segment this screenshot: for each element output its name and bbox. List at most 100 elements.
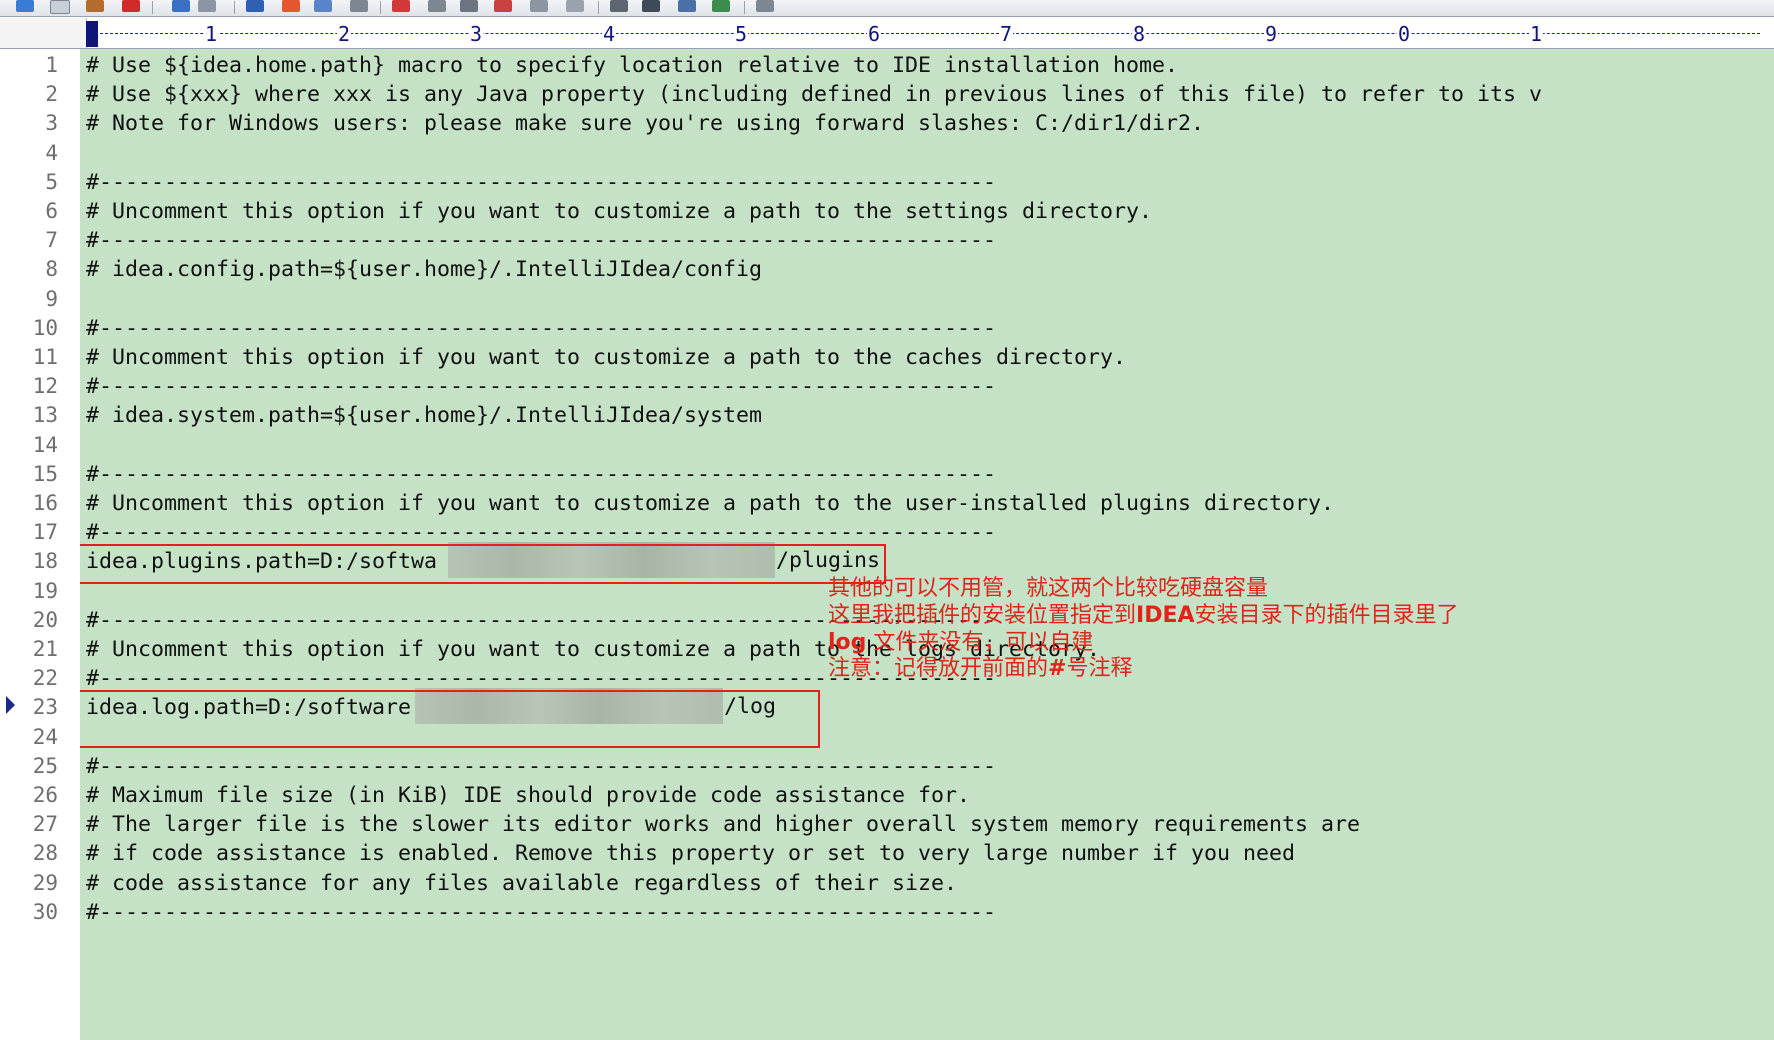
ruler-label: 3 (469, 22, 484, 46)
code-line: # Note for Windows users: please make su… (86, 111, 1205, 137)
code-line: # The larger file is the slower its edit… (86, 812, 1361, 838)
export-icon[interactable] (712, 0, 730, 12)
line-number: 26 (32, 783, 58, 807)
annotation-bold: # (1048, 656, 1067, 681)
annotation-bold: log (828, 630, 867, 655)
cut-icon[interactable] (16, 0, 34, 12)
line-number: 4 (45, 140, 58, 165)
tool-icon-2[interactable] (198, 0, 216, 12)
annotation-text: 注意：记得放开前面的 (828, 656, 1049, 681)
annotation-line-4: 注意：记得放开前面的#号注释 (828, 656, 1132, 682)
code-line: #---------------------------------------… (86, 899, 997, 925)
code-line: # code assistance for any files availabl… (86, 870, 958, 896)
code-line: # Use ${idea.home.path} macro to specify… (86, 53, 1179, 78)
line-number: 14 (32, 432, 58, 457)
line-number: 13 (32, 403, 58, 428)
tool-icon[interactable] (172, 0, 190, 12)
settings-icon[interactable] (566, 0, 584, 12)
format-icon-2[interactable] (428, 0, 446, 12)
annotation-line-3: log 文件夹没有，可以自建 (828, 630, 1093, 656)
annotation-bold: IDEA (1136, 603, 1195, 628)
line-number: 11 (32, 345, 58, 369)
ruler-label: 6 (867, 22, 882, 46)
line-number: 21 (32, 637, 58, 661)
ruler-label: 1 (1529, 22, 1544, 46)
line-number: 20 (32, 607, 58, 632)
ruler[interactable]: 1 2 3 4 5 6 7 8 9 0 1 (0, 18, 1774, 49)
ruler-label: 5 (734, 22, 749, 46)
line-number: 29 (32, 870, 58, 895)
ruler-label: 4 (602, 22, 617, 46)
code-line: #---------------------------------------… (86, 169, 997, 195)
font-icon[interactable] (392, 0, 410, 12)
line-number: 23 (32, 695, 58, 720)
annotation-text: 安装目录下的插件目录里了 (1194, 603, 1459, 628)
code-line: #---------------------------------------… (86, 753, 997, 779)
code-line: # idea.config.path=${user.home}/.Intelli… (86, 257, 763, 283)
code-line: # Use ${xxx} where xxx is any Java prope… (86, 82, 1543, 108)
annotation-text: 号注释 (1066, 656, 1133, 681)
indent-icon[interactable] (494, 0, 512, 12)
copy-icon[interactable] (50, 0, 70, 14)
highlight-box-log (80, 690, 820, 748)
window-icon[interactable] (610, 0, 628, 12)
line-number: 15 (32, 461, 58, 486)
annotation-line-2: 这里我把插件的安装位置指定到IDEA安装目录下的插件目录里了 (828, 603, 1459, 629)
format-icon[interactable] (350, 0, 368, 12)
code-line: # Maximum file size (in KiB) IDE should … (86, 783, 971, 808)
annotation-line-1: 其他的可以不用管，就这两个比较吃硬盘容量 (828, 576, 1268, 602)
line-number-gutter: 1 2 3 4 5 6 7 8 9 10 11 12 13 14 15 16 17 18 19 20 21 22 23 24 2… (0, 49, 80, 1040)
ruler-label: 0 (1397, 22, 1412, 46)
line-number: 30 (32, 899, 58, 924)
line-number: 3 (45, 111, 58, 136)
line-number: 6 (45, 199, 58, 223)
line-number: 22 (32, 666, 58, 691)
window-icon-2[interactable] (642, 0, 660, 12)
spell-check-icon[interactable] (530, 0, 548, 12)
view-icon[interactable] (678, 0, 696, 12)
annotation-text: 文件夹没有，可以自建 (866, 630, 1094, 655)
ruler-label: 9 (1264, 22, 1279, 46)
replace-icon[interactable] (282, 0, 300, 12)
code-line: #---------------------------------------… (86, 461, 997, 487)
line-number: 18 (32, 549, 58, 574)
line-number: 12 (32, 374, 58, 399)
editor-text-area[interactable]: #---------------------------------------… (80, 49, 1774, 1040)
ruler-label: 2 (337, 22, 352, 46)
italic-icon[interactable] (460, 0, 478, 12)
code-line: #---------------------------------------… (86, 374, 997, 400)
line-number: 9 (45, 286, 58, 311)
code-line: # if code assistance is enabled. Remove … (86, 841, 1296, 867)
line-number: 7 (45, 228, 58, 253)
line-number: 10 (32, 315, 58, 340)
code-line: # idea.system.path=${user.home}/.Intelli… (86, 403, 763, 429)
code-line: # Uncomment this option if you want to c… (86, 199, 1153, 224)
document-icon[interactable] (314, 0, 332, 12)
run-icon[interactable] (756, 0, 774, 12)
annotation-text: 这里我把插件的安装位置指定到 (828, 603, 1137, 628)
line-number: 25 (32, 753, 58, 778)
save-icon[interactable] (86, 0, 104, 12)
find-icon[interactable] (246, 0, 264, 12)
code-line: #---------------------------------------… (86, 228, 997, 254)
line-number: 24 (32, 724, 58, 749)
line-number: 17 (32, 520, 58, 545)
line-number: 16 (32, 491, 58, 515)
line-number: 1 (45, 53, 58, 77)
line-number: 8 (45, 257, 58, 282)
line-number: 28 (32, 841, 58, 866)
highlight-box-plugins (80, 544, 886, 584)
code-line: # Uncomment this option if you want to c… (86, 345, 1127, 370)
ruler-label: 8 (1132, 22, 1147, 46)
code-line: #---------------------------------------… (86, 315, 997, 341)
delete-icon[interactable] (122, 0, 140, 12)
toolbar (0, 0, 1774, 17)
annotation-text: 其他的可以不用管，就这两个比较吃硬盘容量 (828, 576, 1269, 601)
ruler-gutter (0, 18, 87, 48)
ruler-cursor (86, 21, 98, 47)
ruler-label: 1 (204, 22, 219, 46)
line-number: 5 (45, 169, 58, 194)
code-line: # Uncomment this option if you want to c… (86, 491, 1335, 516)
ruler-label: 7 (999, 22, 1014, 46)
line-number: 19 (32, 578, 58, 603)
